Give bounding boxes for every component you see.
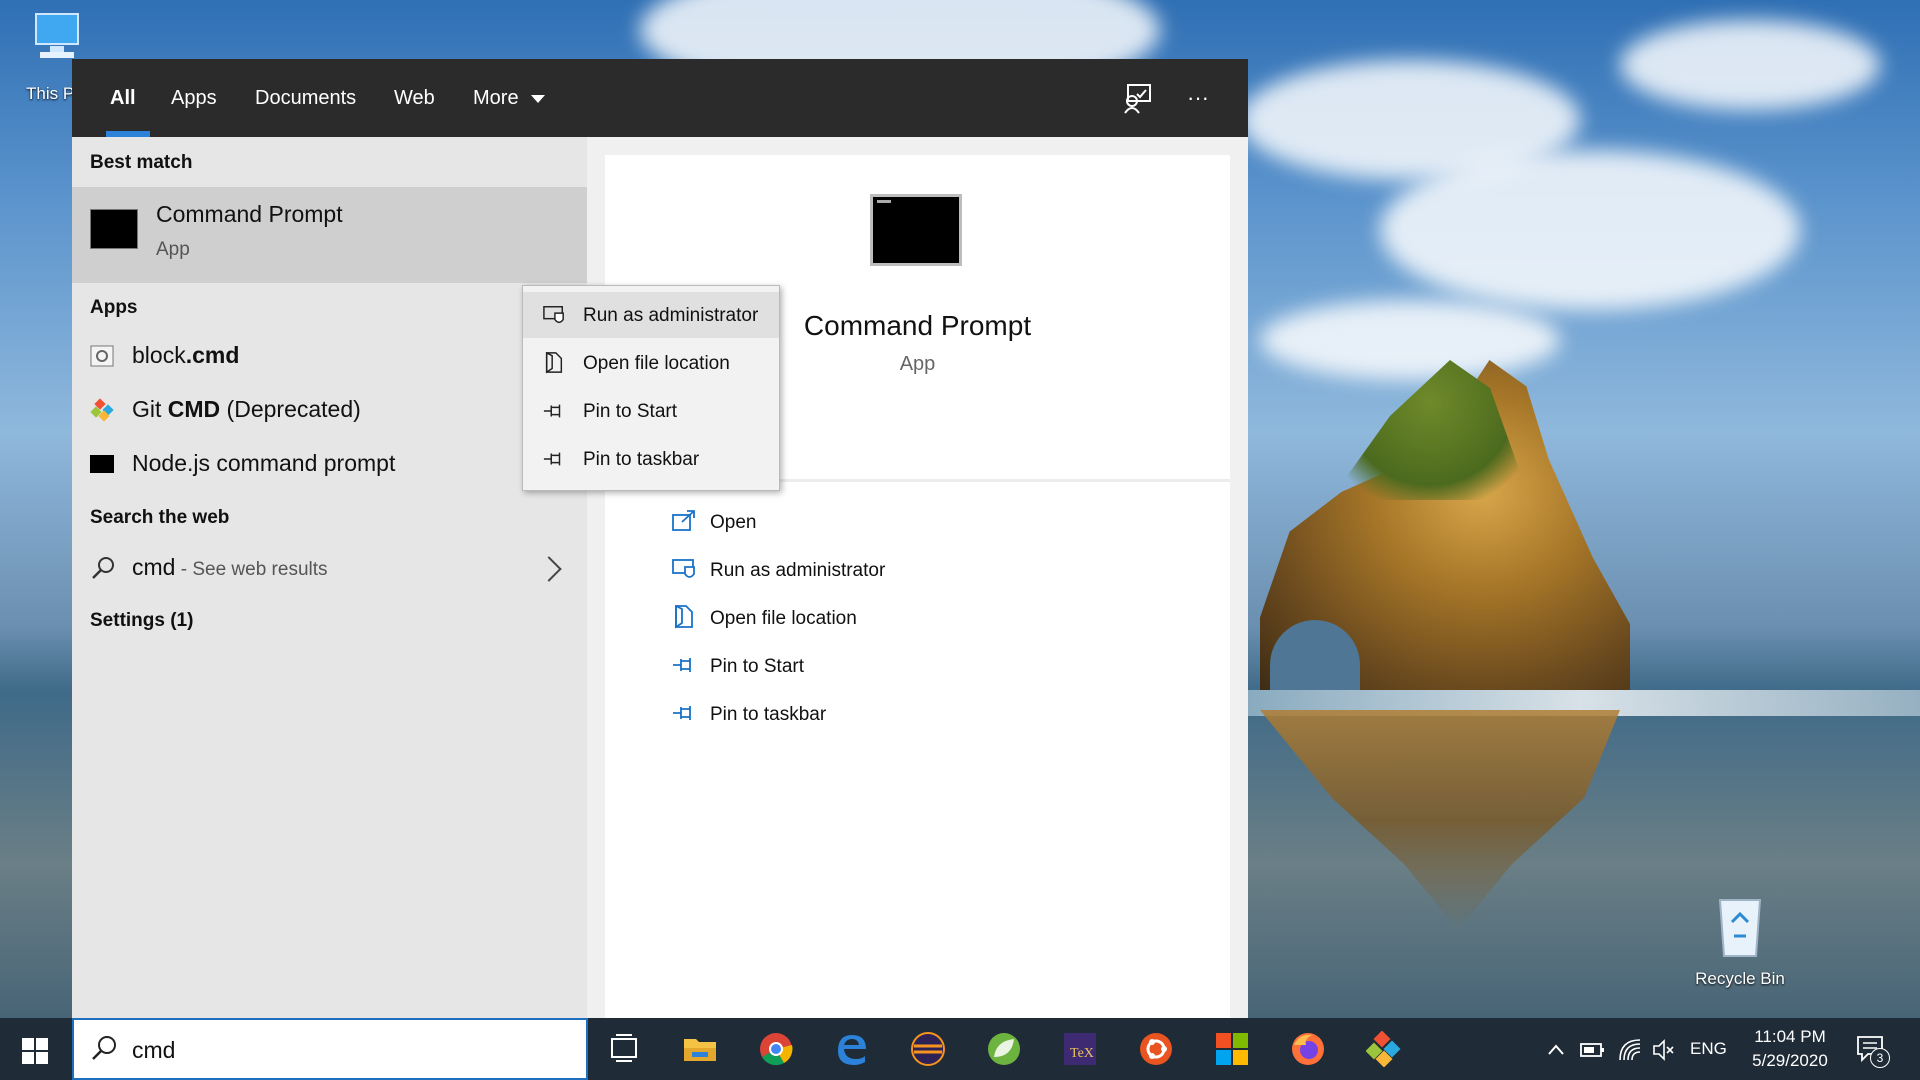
clock-date: 5/29/2020	[1752, 1051, 1828, 1070]
tab-web[interactable]: Web	[394, 59, 435, 137]
office-icon[interactable]	[1214, 1031, 1250, 1067]
edge-icon[interactable]	[834, 1031, 870, 1067]
context-menu-label: Pin to Start	[583, 401, 677, 422]
file-location-icon	[675, 605, 693, 629]
app-name-suffix: (Deprecated)	[220, 396, 361, 422]
context-menu-item-run-as-administrator[interactable]: Run as administrator	[523, 292, 779, 338]
clock-time: 11:04 PM	[1754, 1027, 1826, 1046]
pin-icon	[543, 404, 561, 418]
search-input[interactable]: cmd	[132, 1037, 175, 1064]
web-query-suffix: - See web results	[175, 559, 328, 580]
task-view-icon[interactable]	[606, 1031, 642, 1067]
app-name-text: block	[132, 342, 186, 368]
action-label: Run as administrator	[710, 560, 886, 581]
list-item[interactable]: block.cmd	[72, 329, 587, 383]
context-menu-label: Open file location	[583, 353, 730, 374]
svg-text:TeX: TeX	[1070, 1046, 1094, 1061]
action-label: Open	[710, 512, 757, 533]
desktop-icon-label: Recycle Bin	[1695, 969, 1785, 988]
start-button[interactable]	[22, 1038, 48, 1064]
tab-apps[interactable]: Apps	[171, 59, 217, 137]
search-icon	[92, 1036, 116, 1060]
action-label: Pin to taskbar	[710, 704, 827, 725]
notification-count-badge: 3	[1870, 1048, 1890, 1068]
chevron-right-icon[interactable]	[536, 556, 562, 582]
battery-icon[interactable]	[1580, 1040, 1606, 1060]
best-match-subtitle: App	[156, 239, 190, 260]
recycle-bin-icon	[1718, 899, 1762, 957]
best-match-heading: Best match	[90, 152, 193, 173]
app-name: Node.js command prompt	[132, 450, 396, 476]
taskbar-search-box[interactable]: cmd	[72, 1018, 588, 1080]
search-panel: All Apps Documents Web More ··· Best mat…	[72, 59, 1248, 1018]
notification-center-button[interactable]: 3	[1856, 1034, 1890, 1068]
context-menu: Run as administrator Open file location …	[522, 285, 780, 491]
app-name-match: .cmd	[185, 342, 240, 368]
settings-heading[interactable]: Settings (1)	[90, 610, 193, 632]
nodejs-prompt-icon	[90, 455, 114, 473]
app-name: block.cmd	[132, 342, 239, 369]
firefox-icon[interactable]	[1290, 1031, 1326, 1067]
pin-icon	[673, 658, 691, 672]
apps-heading: Apps	[90, 297, 138, 318]
chevron-down-icon	[531, 95, 546, 103]
pin-icon	[543, 452, 561, 466]
app-name-text: Git	[132, 396, 168, 422]
action-label: Pin to Start	[710, 656, 804, 677]
spring-icon[interactable]	[986, 1031, 1022, 1067]
language-indicator[interactable]: ENG	[1690, 1018, 1727, 1080]
git-icon	[90, 398, 114, 422]
web-query-text: cmd	[132, 554, 176, 580]
search-tabs-bar: All Apps Documents Web More ···	[72, 59, 1248, 137]
best-match-item[interactable]: Command Prompt App	[72, 187, 587, 283]
context-menu-label: Run as administrator	[583, 305, 759, 326]
command-prompt-icon	[90, 209, 138, 249]
tex-icon[interactable]: TeX	[1062, 1031, 1098, 1067]
cloud	[1260, 300, 1560, 380]
console-cursor	[877, 200, 891, 203]
context-menu-label: Pin to taskbar	[583, 449, 700, 470]
tab-all[interactable]: All	[110, 59, 136, 137]
search-icon	[92, 557, 114, 579]
best-match-title: Command Prompt	[156, 201, 343, 227]
wifi-icon[interactable]	[1618, 1038, 1642, 1062]
file-location-icon	[545, 352, 563, 374]
desktop-icon-recycle-bin[interactable]: Recycle Bin	[1680, 892, 1800, 989]
action-label: Open file location	[710, 608, 857, 629]
git-icon[interactable]	[1366, 1031, 1402, 1067]
web-search-result[interactable]: cmd - See web results	[72, 541, 587, 595]
chrome-icon[interactable]	[758, 1031, 794, 1067]
cloud	[1620, 20, 1880, 110]
feedback-icon[interactable]	[1120, 81, 1154, 115]
web-query: cmd - See web results	[132, 554, 328, 581]
context-menu-item-pin-to-taskbar[interactable]: Pin to taskbar	[523, 436, 779, 482]
list-item[interactable]: Git CMD (Deprecated)	[72, 383, 587, 437]
list-item[interactable]: Node.js command prompt	[72, 437, 587, 491]
eclipse-icon[interactable]	[910, 1031, 946, 1067]
ubuntu-icon[interactable]	[1138, 1031, 1174, 1067]
shield-icon	[543, 306, 564, 324]
pin-icon	[673, 706, 691, 720]
command-prompt-large-icon	[870, 194, 962, 266]
rock-reflection	[1260, 710, 1620, 930]
desktop-icon-label: This P	[26, 84, 75, 103]
chevron-up-icon[interactable]	[1546, 1040, 1566, 1060]
cloud	[1380, 150, 1800, 310]
shield-icon	[672, 559, 695, 578]
open-icon	[672, 510, 695, 531]
context-menu-item-pin-to-start[interactable]: Pin to Start	[523, 388, 779, 434]
web-heading: Search the web	[90, 507, 230, 528]
batch-file-icon	[90, 345, 114, 367]
tab-documents[interactable]: Documents	[255, 59, 356, 137]
app-name: Git CMD (Deprecated)	[132, 396, 361, 423]
app-name-match: CMD	[167, 396, 221, 422]
tab-more-label: More	[473, 87, 519, 109]
more-options-button[interactable]: ···	[1187, 59, 1209, 137]
volume-muted-icon[interactable]	[1652, 1038, 1676, 1062]
context-menu-item-open-file-location[interactable]: Open file location	[523, 340, 779, 386]
tab-more[interactable]: More	[473, 59, 546, 137]
clock[interactable]: 11:04 PM 5/29/2020	[1740, 1018, 1840, 1080]
file-explorer-icon[interactable]	[682, 1031, 718, 1067]
